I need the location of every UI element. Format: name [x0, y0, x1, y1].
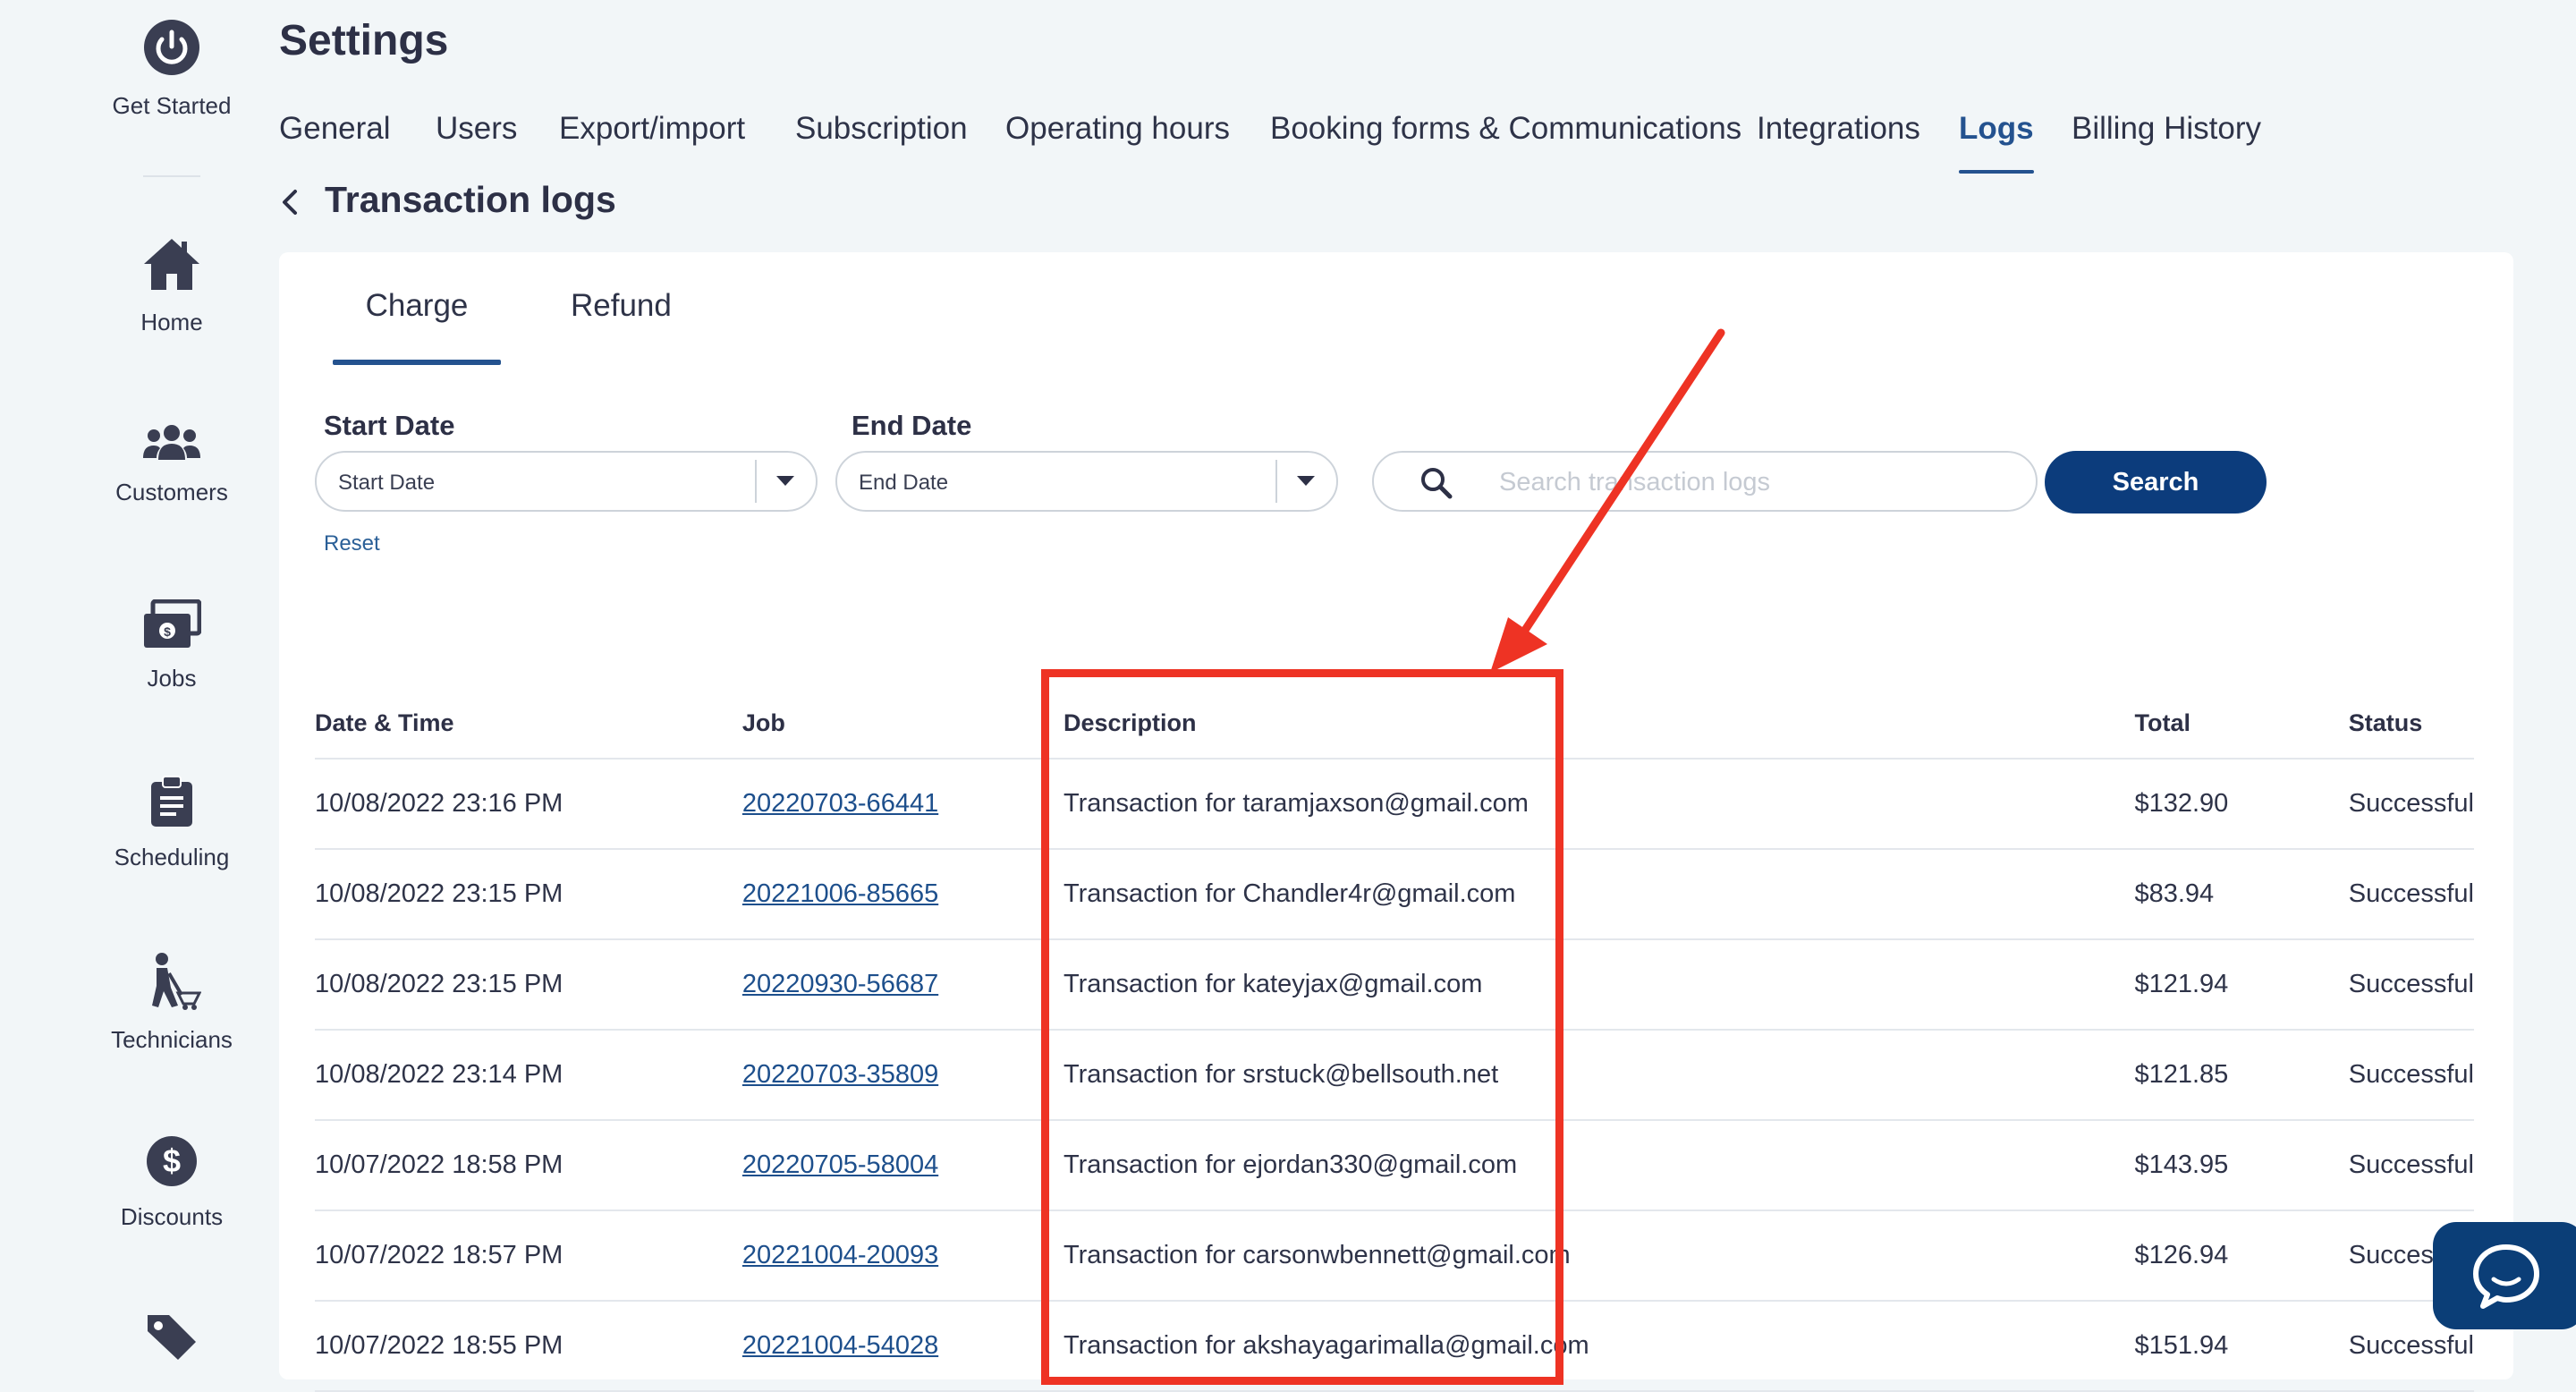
cell-datetime: 10/07/2022 18:55 PM: [315, 1301, 742, 1392]
job-link[interactable]: 20220705-58004: [742, 1150, 938, 1179]
divider: [755, 460, 757, 503]
divider: [1275, 460, 1277, 503]
cell-description: Transaction for ejordan330@gmail.com: [1063, 1120, 2135, 1211]
cell-description: Transaction for taramjaxson@gmail.com: [1063, 759, 2135, 850]
search-box: [1372, 451, 2038, 512]
cell-total: $121.85: [2134, 1030, 2349, 1121]
end-date-placeholder: End Date: [859, 471, 949, 495]
cell-status: Successful: [2348, 759, 2474, 850]
sidebar: Get Started Home Customers $ Jobs Schedu…: [0, 0, 259, 1360]
cell-total: $132.90: [2134, 759, 2349, 850]
cell-total: $143.95: [2134, 1120, 2349, 1211]
cell-status: Successful: [2348, 1030, 2474, 1121]
column-header-description: Description: [1063, 689, 2135, 760]
tab-operating-hours[interactable]: Operating hours: [1005, 111, 1230, 147]
tab-subscription[interactable]: Subscription: [795, 111, 968, 147]
subtab-charge[interactable]: Charge: [333, 288, 501, 365]
chat-button[interactable]: [2433, 1222, 2576, 1329]
transaction-table: Date & Time Job Description Total Status…: [315, 689, 2474, 1392]
cell-total: $121.94: [2134, 939, 2349, 1031]
search-input[interactable]: [1499, 465, 2000, 499]
job-link[interactable]: 20221006-85665: [742, 879, 938, 908]
chat-bubble-icon: [2470, 1242, 2542, 1314]
cell-total: $83.94: [2134, 849, 2349, 940]
chevron-left-icon: [274, 190, 306, 229]
table-row: 10/07/2022 18:55 PM 20221004-54028 Trans…: [315, 1301, 2474, 1392]
tab-export-import[interactable]: Export/import: [559, 111, 745, 147]
table-row: 10/07/2022 18:57 PM 20221004-20093 Trans…: [315, 1210, 2474, 1302]
end-date-label: End Date: [852, 410, 972, 441]
cell-description: Transaction for Chandler4r@gmail.com: [1063, 849, 2135, 940]
cell-status: Successful: [2348, 849, 2474, 940]
table-row: 10/08/2022 23:15 PM 20220930-56687 Trans…: [315, 939, 2474, 1031]
svg-text:$: $: [163, 1142, 181, 1179]
tab-billing-history[interactable]: Billing History: [2072, 111, 2261, 147]
cell-total: $151.94: [2134, 1301, 2349, 1392]
column-header-job: Job: [741, 689, 1063, 760]
cell-datetime: 10/08/2022 23:15 PM: [315, 849, 742, 940]
tab-users[interactable]: Users: [436, 111, 517, 147]
job-link[interactable]: 20220703-66441: [742, 789, 938, 818]
tab-integrations[interactable]: Integrations: [1757, 111, 1920, 147]
job-link[interactable]: 20221004-54028: [742, 1331, 938, 1360]
table-row: 10/08/2022 23:14 PM 20220703-35809 Trans…: [315, 1030, 2474, 1121]
cell-datetime: 10/08/2022 23:14 PM: [315, 1030, 742, 1121]
reset-link[interactable]: Reset: [324, 531, 380, 556]
column-header-date-time: Date & Time: [315, 689, 742, 760]
job-link[interactable]: 20220703-35809: [742, 1060, 938, 1089]
table-row: 10/07/2022 18:58 PM 20220705-58004 Trans…: [315, 1120, 2474, 1211]
cell-description: Transaction for srstuck@bellsouth.net: [1063, 1030, 2135, 1121]
tab-logs[interactable]: Logs: [1959, 111, 2034, 174]
tab-booking-forms[interactable]: Booking forms & Communications: [1270, 111, 1741, 147]
job-link[interactable]: 20220930-56687: [742, 970, 938, 998]
tab-general[interactable]: General: [279, 111, 391, 147]
page-title: Settings: [279, 17, 449, 64]
cell-datetime: 10/07/2022 18:57 PM: [315, 1210, 742, 1302]
cell-status: Successful: [2348, 939, 2474, 1031]
cell-total: $126.94: [2134, 1210, 2349, 1302]
end-date-picker[interactable]: End Date: [835, 451, 1338, 512]
cell-status: Successful: [2348, 1120, 2474, 1211]
svg-text:$: $: [164, 624, 171, 639]
cell-description: Transaction for akshayagarimalla@gmail.c…: [1063, 1301, 2135, 1392]
search-icon: [1420, 467, 1453, 504]
back-button[interactable]: [274, 179, 306, 225]
chevron-down-icon[interactable]: [1297, 476, 1315, 486]
start-date-label: Start Date: [324, 410, 455, 441]
table-header-row: Date & Time Job Description Total Status: [315, 689, 2474, 760]
cell-description: Transaction for kateyjax@gmail.com: [1063, 939, 2135, 1031]
cell-datetime: 10/08/2022 23:15 PM: [315, 939, 742, 1031]
cell-datetime: 10/07/2022 18:58 PM: [315, 1120, 742, 1211]
column-header-status: Status: [2348, 689, 2474, 760]
chevron-down-icon[interactable]: [776, 476, 794, 486]
section-title: Transaction logs: [325, 179, 616, 220]
start-date-placeholder: Start Date: [338, 471, 436, 495]
start-date-picker[interactable]: Start Date: [315, 451, 818, 512]
cell-datetime: 10/08/2022 23:16 PM: [315, 759, 742, 850]
search-button[interactable]: Search: [2045, 451, 2267, 514]
transaction-logs-card: Charge Refund Start Date Start Date End …: [279, 252, 2513, 1392]
job-link[interactable]: 20221004-20093: [742, 1241, 938, 1269]
cell-description: Transaction for carsonwbennett@gmail.com: [1063, 1210, 2135, 1302]
column-header-total: Total: [2134, 689, 2349, 760]
table-row: 10/08/2022 23:15 PM 20221006-85665 Trans…: [315, 849, 2474, 940]
sidebar-divider: [143, 175, 200, 177]
subtab-refund[interactable]: Refund: [571, 288, 672, 324]
table-row: 10/08/2022 23:16 PM 20220703-66441 Trans…: [315, 759, 2474, 850]
